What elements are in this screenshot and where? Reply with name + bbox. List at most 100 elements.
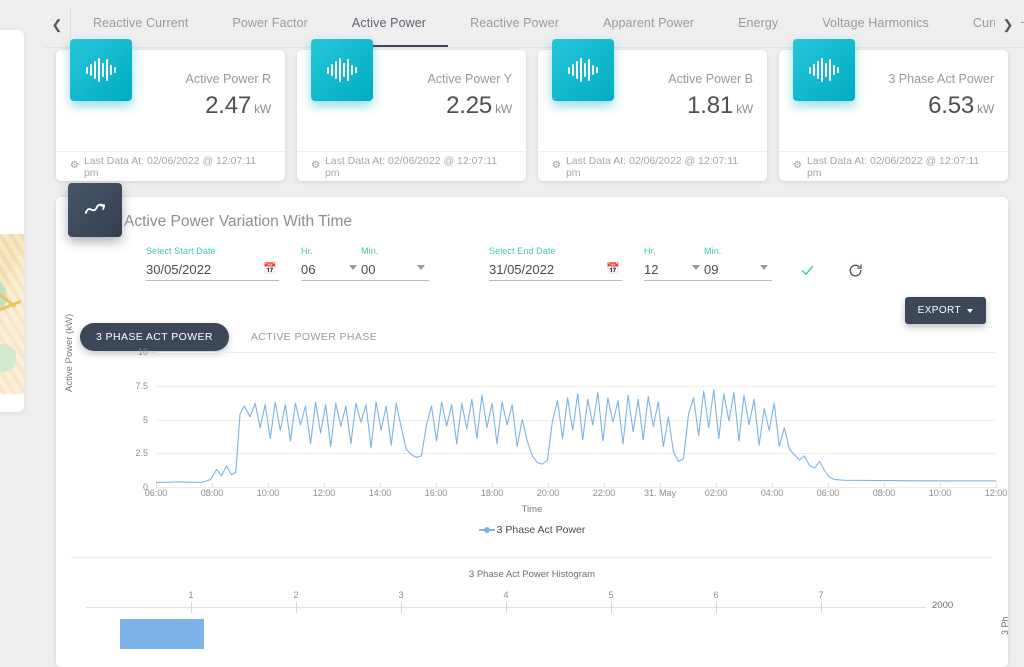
x-tick-mark bbox=[324, 483, 325, 488]
x-tick-label: 16:00 bbox=[424, 488, 448, 498]
metric-card[interactable]: 3 Phase Act Power 6.53 kW ⚙ Last Data At: 02… bbox=[779, 39, 1008, 181]
histogram-x-axis: 1 2 3 4 5 6 7 bbox=[86, 590, 926, 613]
y-tick-label: 7.5 bbox=[135, 380, 148, 391]
chevron-down-icon[interactable] bbox=[349, 265, 357, 270]
start-hour-select[interactable]: Hr. 06 bbox=[301, 246, 361, 281]
histogram-x-tick-mark bbox=[296, 602, 297, 613]
map-thumbnail bbox=[0, 234, 24, 412]
tab-label: Reactive Current bbox=[93, 15, 189, 30]
metric-card-value: 2.47 kW bbox=[205, 92, 271, 120]
chevron-down-icon[interactable] bbox=[760, 265, 768, 270]
tab-label: Power Factor bbox=[232, 15, 308, 30]
metric-card-footer: ⚙ Last Data At: 02/06/2022 @ 12:07:11 pm bbox=[56, 151, 285, 181]
metric-card-title: Active Power Y bbox=[427, 72, 512, 86]
section-divider bbox=[70, 557, 994, 558]
start-minute-label: Min. bbox=[361, 246, 379, 256]
waveform-icon bbox=[311, 39, 373, 101]
tab-energy[interactable]: Energy bbox=[716, 0, 800, 47]
tab-label: Reactive Power bbox=[470, 15, 560, 30]
legend-label: 3 Phase Act Power bbox=[496, 524, 586, 536]
histogram-bar[interactable] bbox=[119, 619, 204, 649]
trend-chart-icon bbox=[68, 183, 122, 237]
calendar-icon[interactable]: 📅 bbox=[263, 262, 277, 275]
start-date-value: 30/05/2022 bbox=[146, 262, 212, 277]
x-tick-label: 22:00 bbox=[592, 488, 616, 498]
metric-card-value: 6.53 kW bbox=[928, 92, 994, 120]
y-tick-label: 0 bbox=[142, 482, 148, 492]
histogram-x-tick-mark bbox=[506, 602, 507, 613]
start-minute-select[interactable]: Min. 00 bbox=[361, 246, 429, 281]
metric-value-unit: kW bbox=[736, 102, 753, 116]
chart-x-axis-label: Time bbox=[521, 504, 543, 515]
x-tick-mark bbox=[380, 483, 381, 488]
last-data-text: Last Data At: 02/06/2022 @ 12:07:11 pm bbox=[806, 154, 980, 179]
end-date-value: 31/05/2022 bbox=[489, 262, 555, 277]
apply-button[interactable] bbox=[794, 257, 820, 283]
x-tick-mark bbox=[828, 483, 829, 488]
x-tick-mark bbox=[268, 483, 269, 488]
metric-card-value: 1.81 kW bbox=[687, 92, 753, 120]
last-data-text: Last Data At: 02/06/2022 @ 12:07:11 pm bbox=[565, 154, 739, 179]
end-minute-label: Min. bbox=[704, 246, 722, 256]
subtab-active-power-phase[interactable]: ACTIVE POWER PHASE bbox=[235, 323, 393, 351]
chevron-right-icon[interactable]: ❯ bbox=[995, 0, 1021, 49]
metric-card[interactable]: Active Power R 2.47 kW ⚙ Last Data At: 02/06… bbox=[56, 39, 285, 181]
metric-value-number: 1.81 bbox=[687, 92, 734, 119]
x-tick-label: 02:00 bbox=[704, 488, 728, 498]
chart-legend[interactable]: 3 Phase Act Power bbox=[56, 524, 1008, 536]
metric-card[interactable]: Active Power B 1.81 kW ⚙ Last Data At: 02/06… bbox=[538, 39, 767, 181]
chart-series-path bbox=[156, 389, 996, 483]
left-peek-card[interactable] bbox=[0, 30, 24, 412]
metric-card[interactable]: Active Power Y 2.25 kW ⚙ Last Data At: 02/06… bbox=[297, 39, 526, 181]
x-tick-mark bbox=[996, 483, 997, 488]
x-tick-mark bbox=[604, 483, 605, 488]
check-icon bbox=[801, 265, 813, 275]
device-icon: ⚙ bbox=[793, 160, 802, 171]
subtab-3-phase-act-power[interactable]: 3 PHASE ACT POWER bbox=[80, 323, 229, 351]
calendar-icon[interactable]: 📅 bbox=[606, 262, 620, 275]
last-data-text: Last Data At: 02/06/2022 @ 12:07:11 pm bbox=[83, 154, 257, 179]
chart-x-ticks: 06:00 08:00 10:00 12:00 14:00 16:00 18:00 20:00… bbox=[145, 483, 1007, 504]
x-tick-label: 06:00 bbox=[144, 488, 168, 498]
histogram-x-tick-mark bbox=[191, 602, 192, 613]
waveform-icon bbox=[793, 39, 855, 101]
histogram-x-tick-mark bbox=[611, 602, 612, 613]
x-tick-mark bbox=[716, 483, 717, 488]
x-tick-label: 04:00 bbox=[760, 488, 784, 498]
histogram-x-tick-label: 4 bbox=[503, 590, 509, 600]
end-hour-value: 12 bbox=[644, 262, 659, 277]
tab-list: Reactive Current Power Factor Active Power… bbox=[71, 0, 1024, 49]
export-button[interactable]: EXPORT bbox=[904, 297, 986, 324]
histogram-x-tick-mark bbox=[401, 602, 402, 613]
x-tick-label: 10:00 bbox=[256, 488, 280, 498]
chevron-left-icon[interactable]: ❮ bbox=[44, 0, 70, 49]
histogram-x-tick-label: 7 bbox=[818, 590, 824, 600]
start-date-label: Select Start Date bbox=[146, 246, 216, 256]
end-date-field[interactable]: Select End Date 31/05/2022 📅 bbox=[489, 246, 622, 281]
start-date-field[interactable]: Select Start Date 30/05/2022 📅 bbox=[146, 246, 279, 281]
metric-card-footer: ⚙ Last Data At: 02/06/2022 @ 12:07:11 pm bbox=[538, 151, 767, 181]
tab-label: Active Power bbox=[351, 15, 427, 30]
chevron-down-icon[interactable] bbox=[417, 265, 425, 270]
metric-value-unit: kW bbox=[977, 102, 994, 116]
x-tick-mark bbox=[884, 483, 885, 488]
legend-swatch bbox=[478, 527, 495, 533]
refresh-button[interactable] bbox=[842, 257, 868, 283]
chart-plot-area[interactable] bbox=[156, 352, 996, 488]
y-tick-label: 10 bbox=[137, 347, 148, 357]
metric-value-number: 6.53 bbox=[928, 92, 975, 119]
histogram-x-tick-label: 6 bbox=[713, 590, 719, 600]
start-minute-value: 00 bbox=[361, 262, 376, 277]
tab-label: Voltage Harmonics bbox=[822, 15, 929, 30]
y-tick-label: 5 bbox=[142, 414, 148, 425]
metric-card-footer: ⚙ Last Data At: 02/06/2022 @ 12:07:11 pm bbox=[779, 151, 1008, 181]
metric-value-unit: kW bbox=[495, 102, 512, 116]
chevron-down-icon[interactable] bbox=[692, 265, 700, 270]
start-hour-value: 06 bbox=[301, 262, 316, 277]
end-hour-select[interactable]: Hr. 12 bbox=[644, 246, 704, 281]
end-minute-select[interactable]: Min. 09 bbox=[704, 246, 772, 281]
metric-value-number: 2.47 bbox=[205, 92, 252, 119]
y-tick-label: 2.5 bbox=[135, 448, 148, 459]
x-tick-mark bbox=[156, 483, 157, 488]
x-tick-mark bbox=[660, 483, 661, 488]
